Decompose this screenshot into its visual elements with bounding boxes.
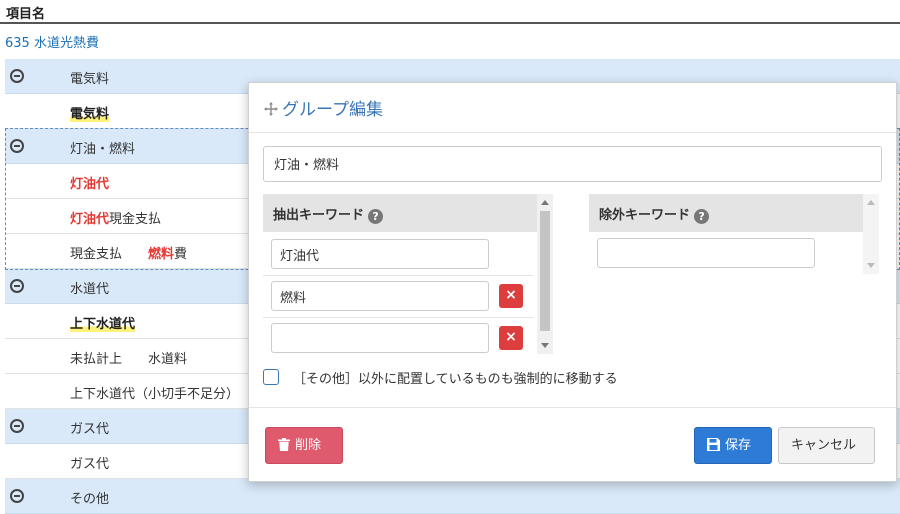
save-icon	[707, 438, 720, 451]
collapse-icon[interactable]	[10, 69, 24, 83]
delete-button-label: 削除	[295, 438, 322, 453]
scroll-up-icon[interactable]	[541, 200, 549, 205]
exclude-keyword-panel: 除外キーワード?	[589, 194, 879, 274]
delete-button[interactable]: 削除	[265, 427, 343, 464]
scrollbar-thumb[interactable]	[540, 211, 550, 331]
dialog-title: グループ編集	[282, 100, 383, 120]
scroll-up-icon[interactable]	[867, 200, 875, 205]
collapse-icon[interactable]	[10, 279, 24, 293]
item-text: 電気料	[70, 107, 110, 122]
trash-icon	[278, 438, 290, 451]
force-move-label[interactable]: ［その他］以外に配置しているものも強制的に移動する	[293, 368, 618, 387]
divider	[263, 317, 533, 318]
help-icon[interactable]: ?	[694, 209, 710, 224]
item-text: 燃料	[148, 247, 175, 262]
item-text: 現金支払	[70, 247, 149, 262]
extract-scrollbar[interactable]	[537, 194, 553, 354]
dialog-header[interactable]: グループ編集	[249, 83, 896, 133]
group-label: その他	[70, 492, 110, 507]
force-move-checkbox[interactable]	[263, 369, 279, 385]
extract-keyword-input[interactable]	[271, 323, 489, 353]
group-label: 灯油・燃料	[70, 142, 136, 157]
exclude-keyword-input[interactable]	[597, 238, 815, 268]
account-link[interactable]: 635 水道光熱費	[5, 32, 99, 51]
exclude-keyword-title: 除外キーワード	[599, 208, 691, 223]
group-label: 電気料	[70, 72, 110, 87]
group-edit-dialog: グループ編集 灯油・燃料 抽出キーワード? 灯油代 燃料 × × 除外キーワード…	[248, 82, 897, 482]
extract-keyword-panel: 抽出キーワード? 灯油代 燃料 × ×	[263, 194, 553, 354]
item-text: 灯油代	[70, 212, 110, 227]
extract-keyword-input[interactable]: 燃料	[271, 281, 489, 311]
extract-keyword-header: 抽出キーワード?	[263, 194, 553, 232]
exclude-scrollbar[interactable]	[863, 194, 879, 274]
extract-keyword-title: 抽出キーワード	[273, 208, 365, 223]
item-text: 上下水道代（小切手不足分）	[70, 387, 240, 402]
dialog-footer: 削除 保存 キャンセル	[249, 407, 896, 483]
item-text: 未払計上 水道料	[70, 352, 188, 367]
group-name-input[interactable]: 灯油・燃料	[263, 146, 882, 182]
item-text: 上下水道代	[70, 317, 136, 332]
collapse-icon[interactable]	[10, 139, 24, 153]
collapse-icon[interactable]	[10, 489, 24, 503]
collapse-icon[interactable]	[10, 419, 24, 433]
delete-keyword-button[interactable]: ×	[499, 326, 523, 350]
exclude-keyword-header: 除外キーワード?	[589, 194, 879, 232]
delete-keyword-button[interactable]: ×	[499, 284, 523, 308]
scroll-down-icon[interactable]	[541, 343, 549, 348]
scroll-down-icon[interactable]	[867, 263, 875, 268]
divider	[263, 275, 533, 276]
group-header[interactable]: その他	[5, 479, 900, 514]
item-text: ガス代	[70, 457, 110, 472]
save-button-label: 保存	[725, 438, 752, 453]
help-icon[interactable]: ?	[368, 209, 384, 224]
item-text: 灯油代	[70, 177, 110, 192]
group-label: ガス代	[70, 422, 110, 437]
cancel-button[interactable]: キャンセル	[778, 427, 875, 464]
column-header: 項目名	[0, 0, 900, 24]
extract-keyword-input[interactable]: 灯油代	[271, 239, 489, 269]
item-text: 現金支払	[109, 212, 162, 227]
group-label: 水道代	[70, 282, 110, 297]
save-button[interactable]: 保存	[694, 427, 772, 464]
move-icon	[264, 102, 278, 116]
item-text: 費	[174, 247, 188, 262]
